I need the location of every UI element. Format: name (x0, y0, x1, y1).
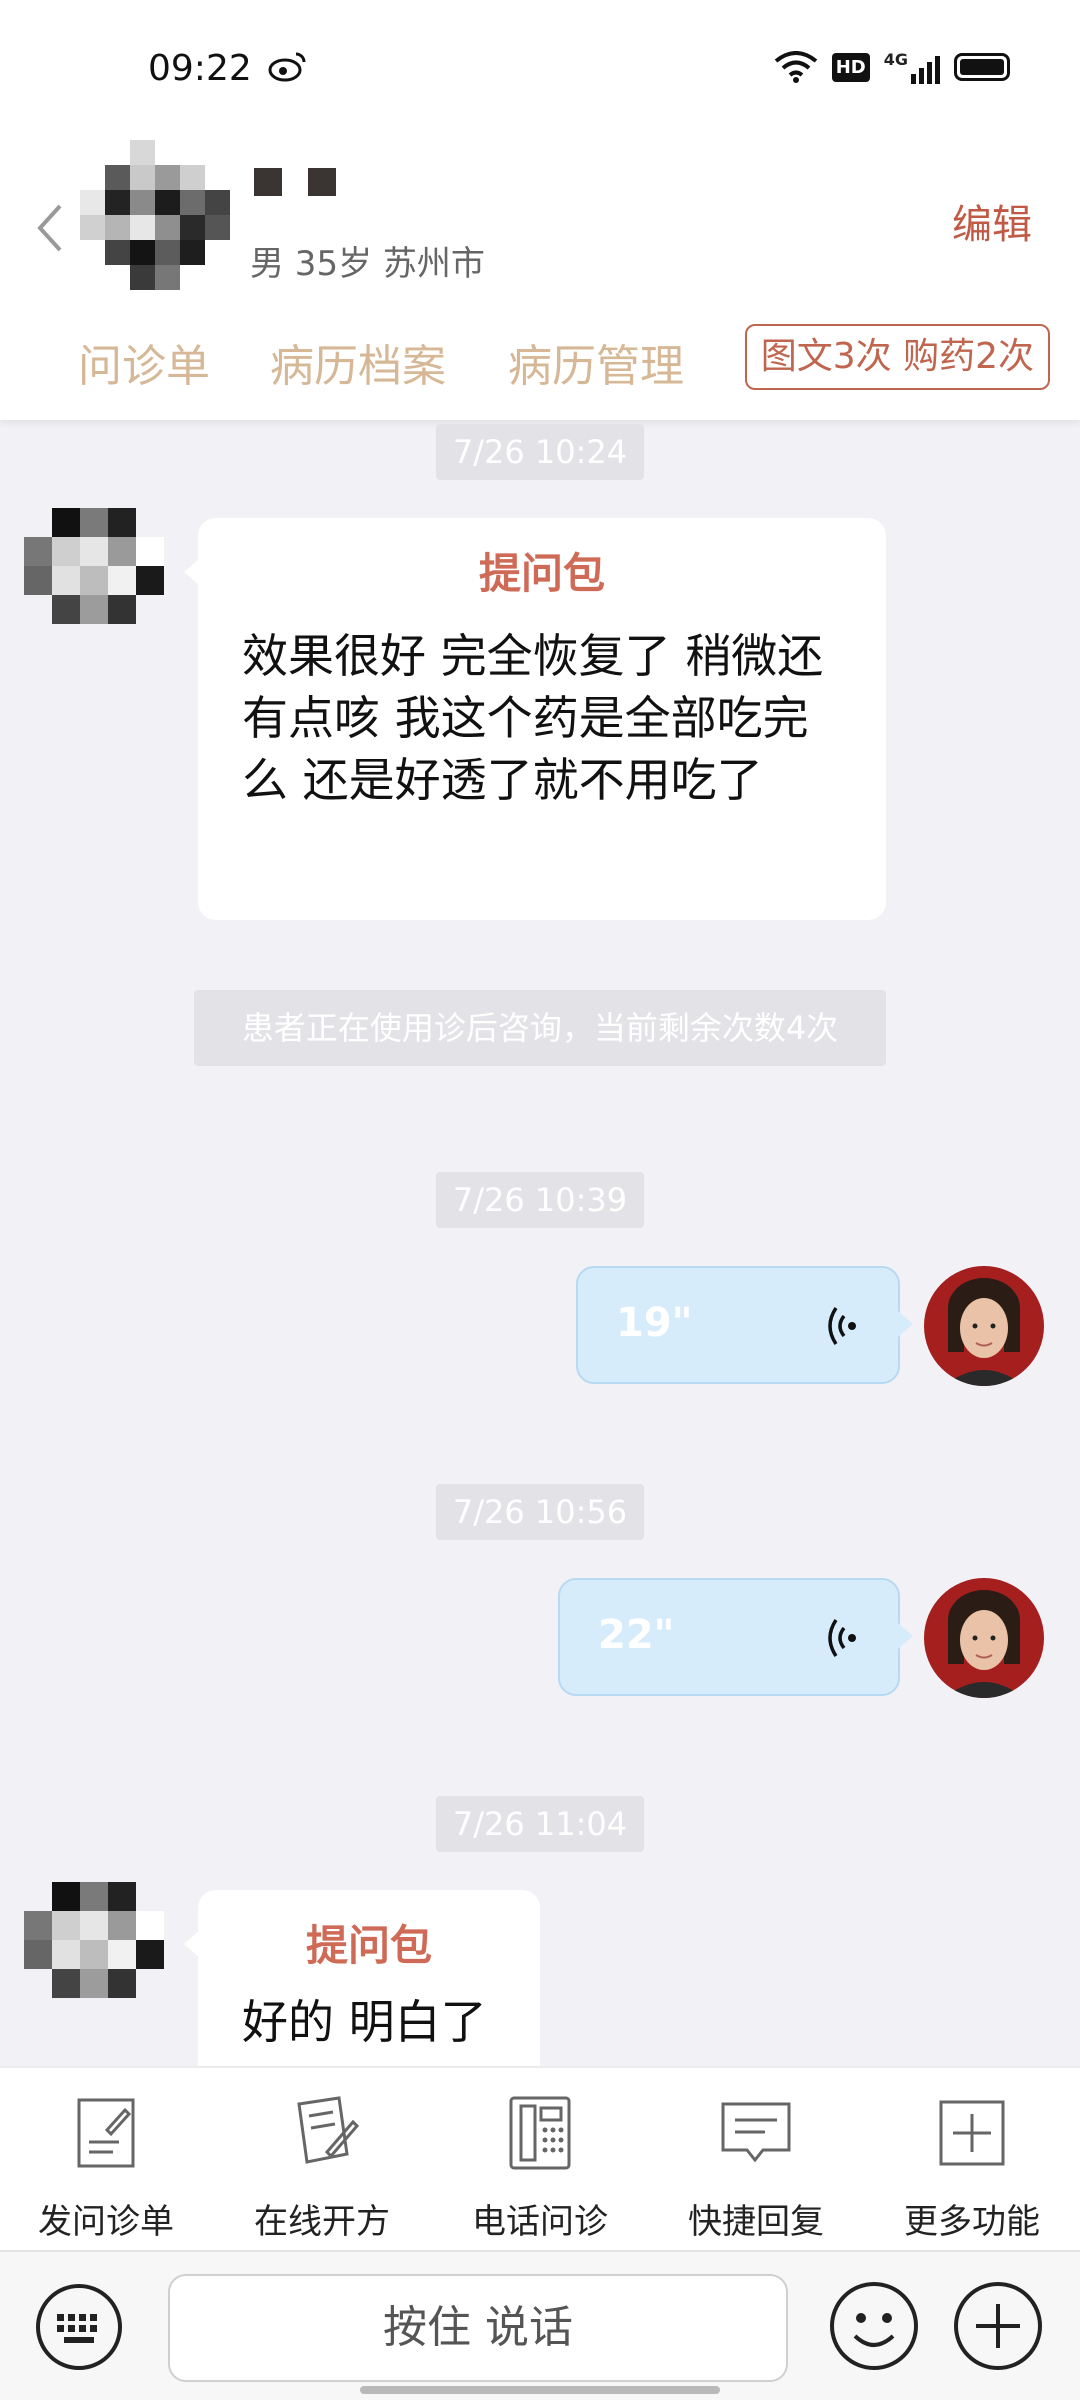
patient-header: 男 35岁 苏州市 编辑 问诊单 病历档案 病历管理 图文3次 购药2次 (0, 140, 1080, 420)
doctor-avatar[interactable] (924, 1578, 1044, 1698)
doctor-avatar[interactable] (924, 1266, 1044, 1386)
emoji-icon[interactable] (828, 2280, 920, 2372)
prescription-icon (297, 2096, 360, 2164)
voice-message[interactable]: 19" (576, 1266, 913, 1384)
wifi-icon (774, 51, 817, 83)
weibo-icon (268, 52, 306, 82)
form-icon (77, 2098, 135, 2168)
send-form-button[interactable]: 发问诊单 (6, 2094, 206, 2243)
timestamp: 7/26 10:56 (436, 1484, 644, 1540)
patient-avatar-small[interactable] (24, 508, 164, 624)
status-time: 09:22 (148, 48, 252, 89)
timestamp: 7/26 11:04 (436, 1796, 644, 1852)
tool-label: 电话问诊 (472, 2202, 608, 2242)
timestamp: 7/26 10:24 (436, 424, 644, 480)
system-notice: 患者正在使用诊后咨询，当前剩余次数4次 (194, 990, 886, 1066)
message-text: 效果很好 完全恢复了 稍微还有点咳 我这个药是全部吃完么 还是好透了就不用吃了 (242, 629, 824, 807)
keyboard-icon[interactable] (34, 2282, 124, 2372)
online-prescription-button[interactable]: 在线开方 (222, 2094, 422, 2243)
patient-info: 男 35岁 苏州市 (250, 244, 485, 284)
tab-medical-record[interactable]: 病历档案 (270, 330, 446, 394)
status-bar: 09:22 HD 4G (0, 0, 1080, 140)
patient-avatar-small[interactable] (24, 1882, 164, 1998)
plus-icon[interactable] (952, 2280, 1044, 2372)
voice-play-icon (828, 1307, 856, 1345)
network-label: 4G (883, 50, 908, 69)
voice-play-icon (828, 1619, 856, 1657)
edit-button[interactable]: 编辑 (952, 192, 1032, 250)
tab-consult-form[interactable]: 问诊单 (78, 330, 210, 394)
phone-icon (509, 2096, 571, 2170)
quick-reply-icon (721, 2102, 791, 2163)
message-text: 好的 明白了 (242, 1995, 487, 2049)
more-icon (939, 2100, 1005, 2166)
patient-message-bubble[interactable]: 提问包 好的 明白了 (184, 1890, 540, 2066)
voice-duration: 19" (616, 1300, 693, 1346)
question-pack-label: 提问包 (478, 549, 605, 598)
back-icon[interactable] (30, 198, 70, 258)
phone-consult-button[interactable]: 电话问诊 (440, 2094, 640, 2243)
hold-to-talk-button[interactable]: 按住 说话 (168, 2274, 788, 2382)
quick-reply-button[interactable]: 快捷回复 (656, 2094, 856, 2243)
timestamp: 7/26 10:39 (436, 1172, 644, 1228)
signal-4g-icon: 4G (884, 50, 940, 84)
voice-duration: 22" (598, 1612, 675, 1658)
hd-icon: HD (831, 52, 870, 82)
tool-label: 更多功能 (904, 2202, 1040, 2242)
voice-message[interactable]: 22" (558, 1578, 913, 1696)
patient-name-redacted (254, 168, 336, 196)
input-bar: 按住 说话 (0, 2252, 1080, 2400)
question-pack-label: 提问包 (305, 1921, 432, 1970)
battery-icon (954, 53, 1010, 81)
function-toolbar: 发问诊单 在线开方 电话问诊 快捷回复 更多功能 (0, 2066, 1080, 2252)
patient-message-bubble[interactable]: 提问包 效果很好 完全恢复了 稍微还有点咳 我这个药是全部吃完么 还是好透了就不… (184, 518, 886, 920)
tool-label: 发问诊单 (38, 2202, 174, 2242)
tab-record-management[interactable]: 病历管理 (508, 330, 684, 394)
tool-label: 快捷回复 (688, 2202, 824, 2242)
more-functions-button[interactable]: 更多功能 (872, 2094, 1072, 2243)
home-indicator (360, 2386, 720, 2394)
service-count-badge[interactable]: 图文3次 购药2次 (744, 324, 1050, 390)
tool-label: 在线开方 (254, 2202, 390, 2242)
patient-avatar[interactable] (80, 140, 230, 290)
